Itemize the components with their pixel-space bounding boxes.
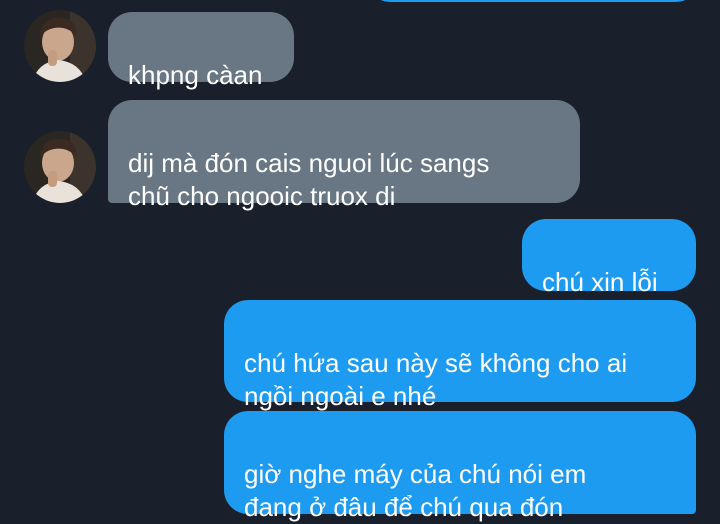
message-text: dij mà đón cais nguoi lúc sangs chũ cho … <box>128 148 490 211</box>
message-text: chú hứa sau này sẽ không cho ai ngồi ngo… <box>244 348 628 411</box>
contact-avatar[interactable] <box>24 131 96 203</box>
message-bubble-received[interactable]: khpng càan <box>108 12 294 90</box>
sent-bubble-partial <box>368 0 698 2</box>
message-text: giờ nghe máy của chú nói em đang ở đâu đ… <box>244 459 587 522</box>
message-bubble-received[interactable]: dij mà đón cais nguoi lúc sangs chũ cho … <box>108 100 580 211</box>
message-bubble-sent[interactable]: chú xin lỗi <box>522 219 696 297</box>
message-text: chú xin lỗi <box>542 267 658 297</box>
contact-avatar[interactable] <box>24 10 96 82</box>
message-text: khpng càan <box>128 60 263 90</box>
message-bubble-sent[interactable]: chú hứa sau này sẽ không cho ai ngồi ngo… <box>224 300 696 411</box>
message-bubble-sent[interactable]: giờ nghe máy của chú nói em đang ở đâu đ… <box>224 411 696 522</box>
avatar-photo-icon <box>24 131 96 203</box>
avatar-photo-icon <box>24 10 96 82</box>
